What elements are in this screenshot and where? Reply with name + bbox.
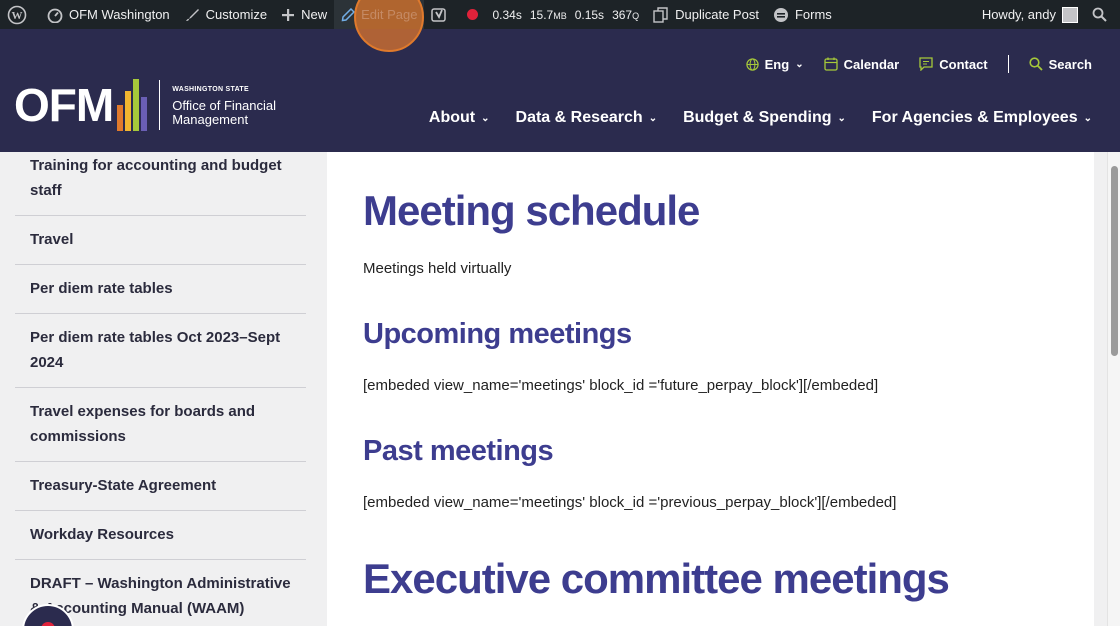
page-title: Meeting schedule <box>363 187 700 234</box>
pencil-icon <box>341 7 356 21</box>
sidebar-item-travel[interactable]: Travel <box>15 216 306 265</box>
nav-budget-spending-label: Budget & Spending <box>683 109 832 126</box>
memory-usage: 15.7MB <box>529 7 567 22</box>
nav-about-label: About <box>428 109 476 126</box>
record-dot-icon <box>41 622 55 626</box>
upcoming-heading: Upcoming meetings <box>363 318 632 350</box>
utility-separator <box>1007 55 1009 73</box>
utility-nav: Eng ⌄ Calendar Contact Search <box>745 55 1092 73</box>
howdy-label: Howdy, andy <box>981 7 1056 22</box>
site-name-label: OFM Washington <box>69 7 170 22</box>
language-selector[interactable]: Eng ⌄ <box>745 56 804 72</box>
record-dot-icon <box>467 9 479 20</box>
recording-indicator[interactable] <box>460 0 485 29</box>
scrollbar-thumb[interactable] <box>1111 166 1118 356</box>
logo-subtitle: WASHINGTON STATE Office of Financial Man… <box>172 83 276 127</box>
chevron-down-icon: ⌄ <box>648 112 658 124</box>
svg-text:W: W <box>12 10 23 22</box>
edit-page-label: Edit Page <box>361 7 418 22</box>
sidebar-nav-list: Training for accounting and budget staff… <box>15 152 306 626</box>
db-query-time: 0.15s <box>574 7 605 22</box>
admin-search-icon[interactable] <box>1085 0 1120 29</box>
search-icon <box>1029 57 1043 71</box>
chat-icon <box>919 57 933 71</box>
avatar <box>1062 6 1078 23</box>
chevron-down-icon: ⌄ <box>795 58 804 70</box>
sidebar-item-per-diem-2024[interactable]: Per diem rate tables Oct 2023–Sept 2024 <box>15 314 306 388</box>
nav-data-research[interactable]: Data & Research ⌄ <box>516 109 658 127</box>
ofm-logo[interactable]: OFM WASHINGTON STATE Office of Financial… <box>14 79 276 131</box>
logo-bars-icon <box>117 79 148 131</box>
forms-menu[interactable]: Forms <box>766 0 839 29</box>
sidebar-item-training[interactable]: Training for accounting and budget staff <box>15 152 306 216</box>
sidebar-item-workday[interactable]: Workday Resources <box>15 511 306 560</box>
site-header: OFM WASHINGTON STATE Office of Financial… <box>0 29 1120 152</box>
chevron-down-icon: ⌄ <box>837 112 846 124</box>
chevron-down-icon: ⌄ <box>481 112 490 124</box>
nav-agencies-employees[interactable]: For Agencies & Employees ⌄ <box>872 109 1092 127</box>
search-link[interactable]: Search <box>1029 57 1092 72</box>
nav-about[interactable]: About ⌄ <box>429 109 490 127</box>
my-account-menu[interactable]: Howdy, andy <box>975 0 1085 29</box>
sidebar-item-treasury-state[interactable]: Treasury-State Agreement <box>15 462 306 511</box>
nav-agencies-employees-label: For Agencies & Employees <box>871 109 1078 126</box>
customize-link[interactable]: Customize <box>177 0 274 29</box>
forms-label: Forms <box>794 7 832 22</box>
logo-wordmark: OFM <box>14 79 114 131</box>
wordpress-logo-icon[interactable]: W <box>0 0 40 29</box>
sidebar-item-travel-boards[interactable]: Travel expenses for boards and commissio… <box>15 388 306 462</box>
main-content: Meeting schedule Meetings held virtually… <box>327 152 1094 626</box>
past-heading: Past meetings <box>363 435 554 467</box>
customize-label: Customize <box>205 7 268 22</box>
new-content-menu[interactable]: New <box>274 0 334 29</box>
query-monitor-metrics[interactable]: 0.34s 15.7MB 0.15s 367Q <box>485 0 646 29</box>
upcoming-shortcode: [embeded view_name='meetings' block_id =… <box>363 377 879 394</box>
contact-link[interactable]: Contact <box>919 56 988 72</box>
edit-page-link[interactable]: Edit Page <box>334 0 425 29</box>
chevron-down-icon: ⌄ <box>1083 112 1092 124</box>
forms-icon <box>773 7 788 22</box>
search-label: Search <box>1048 56 1092 72</box>
site-name-menu[interactable]: OFM Washington <box>40 0 177 29</box>
logo-divider <box>159 80 161 130</box>
duplicate-post-link[interactable]: Duplicate Post <box>646 0 766 29</box>
duplicate-label: Duplicate Post <box>675 7 759 22</box>
intro-text: Meetings held virtually <box>363 260 512 277</box>
dashboard-icon <box>47 8 63 23</box>
logo-line1: Office of Financial <box>172 98 277 113</box>
section-sidebar: Training for accounting and budget staff… <box>0 152 327 626</box>
sidebar-item-per-diem[interactable]: Per diem rate tables <box>15 265 306 314</box>
duplicate-icon <box>653 6 668 23</box>
executive-heading: Executive committee meetings <box>363 555 950 602</box>
logo-line2: Management <box>172 112 249 127</box>
calendar-icon <box>823 57 838 71</box>
logo-state: WASHINGTON STATE <box>172 86 249 93</box>
past-shortcode: [embeded view_name='meetings' block_id =… <box>363 494 897 511</box>
brush-icon <box>185 8 199 21</box>
contact-label: Contact <box>939 56 988 72</box>
nav-data-research-label: Data & Research <box>515 109 643 126</box>
calendar-label: Calendar <box>843 56 900 72</box>
wp-admin-bar: W OFM Washington Customize New Edit Page… <box>0 0 1120 29</box>
query-count: 367Q <box>612 7 640 22</box>
calendar-link[interactable]: Calendar <box>823 56 900 72</box>
yoast-seo-icon[interactable] <box>424 0 460 29</box>
nav-budget-spending[interactable]: Budget & Spending ⌄ <box>683 109 846 127</box>
new-label: New <box>301 7 328 22</box>
plus-icon <box>282 8 295 21</box>
page-scrollbar[interactable] <box>1107 152 1120 626</box>
language-label: Eng <box>764 56 790 72</box>
page-gen-time: 0.34s <box>492 7 522 22</box>
main-nav: About ⌄ Data & Research ⌄ Budget & Spendin… <box>429 109 1092 127</box>
globe-icon <box>745 57 759 71</box>
